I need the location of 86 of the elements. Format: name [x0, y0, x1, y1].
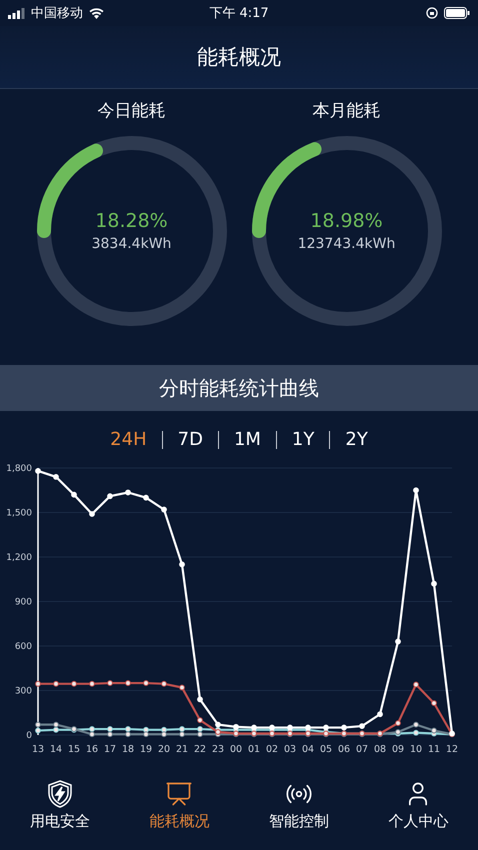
data-point: [179, 684, 185, 690]
data-point: [395, 720, 401, 726]
tab-bar-item[interactable]: 能耗概况: [129, 780, 230, 831]
y-axis-label: 1,200: [6, 553, 32, 563]
data-point: [125, 490, 131, 496]
x-axis-label: 14: [50, 744, 62, 755]
clock-time: 下午 4:17: [208, 5, 270, 22]
x-axis-label: 11: [428, 744, 440, 755]
y-axis-label: 300: [14, 686, 32, 696]
data-point: [197, 717, 203, 724]
data-point: [89, 680, 95, 687]
x-axis-label: 15: [68, 744, 80, 755]
data-point: [377, 711, 383, 718]
presentation-icon: [165, 780, 194, 808]
range-tab[interactable]: 1Y: [276, 431, 330, 449]
data-point: [413, 682, 419, 688]
rotation-lock-icon: [426, 7, 438, 19]
section-title: 分时能耗统计曲线: [159, 374, 319, 402]
x-axis-label: 13: [32, 744, 44, 755]
data-point: [359, 723, 365, 729]
y-axis-label: 600: [14, 642, 32, 652]
data-point: [89, 511, 95, 517]
gauge-amount: 3834.4kWh: [92, 236, 172, 252]
data-point: [431, 580, 437, 587]
data-point: [395, 638, 401, 644]
data-point: [35, 468, 41, 474]
data-point: [71, 680, 77, 687]
data-point: [431, 700, 437, 706]
x-axis-label: 12: [446, 744, 458, 755]
x-axis-label: 08: [374, 744, 386, 755]
gauge-title: 今日能耗: [98, 100, 166, 122]
x-axis-label: 02: [266, 744, 278, 755]
carrier-name: 中国移动: [31, 5, 83, 22]
data-point: [143, 680, 149, 686]
data-point: [161, 680, 167, 687]
x-axis-label: 06: [338, 744, 350, 755]
tab-bar-item[interactable]: 个人中心: [368, 780, 468, 831]
x-axis-label: 21: [176, 744, 188, 755]
gauge-percent: 18.28%: [95, 210, 168, 232]
x-axis-label: 05: [320, 744, 332, 755]
y-axis-label: 1,800: [6, 464, 32, 474]
x-axis-label: 20: [158, 744, 170, 755]
page-title: 能耗概况: [197, 44, 281, 71]
wifi-icon: [89, 8, 104, 18]
data-point: [125, 680, 131, 686]
gauge-amount: 123743.4kWh: [298, 236, 396, 252]
x-axis-label: 07: [356, 744, 368, 755]
data-point: [413, 730, 419, 736]
signal-icon: [8, 8, 25, 18]
data-point: [53, 680, 59, 687]
y-axis-label: 900: [14, 598, 32, 608]
x-axis-label: 22: [194, 744, 206, 755]
x-axis-label: 09: [392, 744, 404, 755]
range-tab[interactable]: 7D: [162, 431, 218, 449]
x-axis-label: 23: [212, 744, 224, 755]
shield-bolt-icon: [46, 780, 73, 808]
data-point: [53, 474, 59, 480]
x-axis-label: 17: [104, 744, 116, 755]
y-axis-label: 0: [26, 731, 32, 741]
data-point: [107, 680, 113, 686]
range-tab[interactable]: 1M: [218, 431, 276, 449]
data-point: [107, 493, 113, 500]
x-axis-label: 01: [248, 744, 260, 755]
tab-bar-item[interactable]: 用电安全: [10, 780, 110, 831]
x-axis-label: 00: [230, 744, 242, 755]
gauge-title: 本月能耗: [312, 100, 380, 122]
x-axis-label: 10: [410, 744, 422, 755]
x-axis-label: 04: [302, 744, 314, 755]
battery-icon: [444, 7, 470, 19]
x-axis-label: 19: [140, 744, 152, 755]
range-tab[interactable]: 24H: [95, 431, 162, 449]
range-tab[interactable]: 2Y: [329, 431, 383, 449]
data-point: [161, 506, 167, 512]
data-point: [413, 487, 419, 494]
data-point: [197, 696, 203, 702]
y-axis-label: 1,500: [6, 508, 32, 518]
data-point: [179, 562, 185, 568]
x-axis-label: 18: [122, 744, 134, 755]
data-point: [35, 680, 41, 687]
data-point: [143, 494, 149, 501]
data-point: [413, 722, 419, 728]
tab-bar-item[interactable]: 智能控制: [248, 780, 349, 831]
data-point: [71, 492, 77, 498]
x-axis-label: 03: [284, 744, 296, 755]
x-axis-label: 16: [86, 744, 98, 755]
gauge-percent: 18.98%: [310, 210, 383, 232]
